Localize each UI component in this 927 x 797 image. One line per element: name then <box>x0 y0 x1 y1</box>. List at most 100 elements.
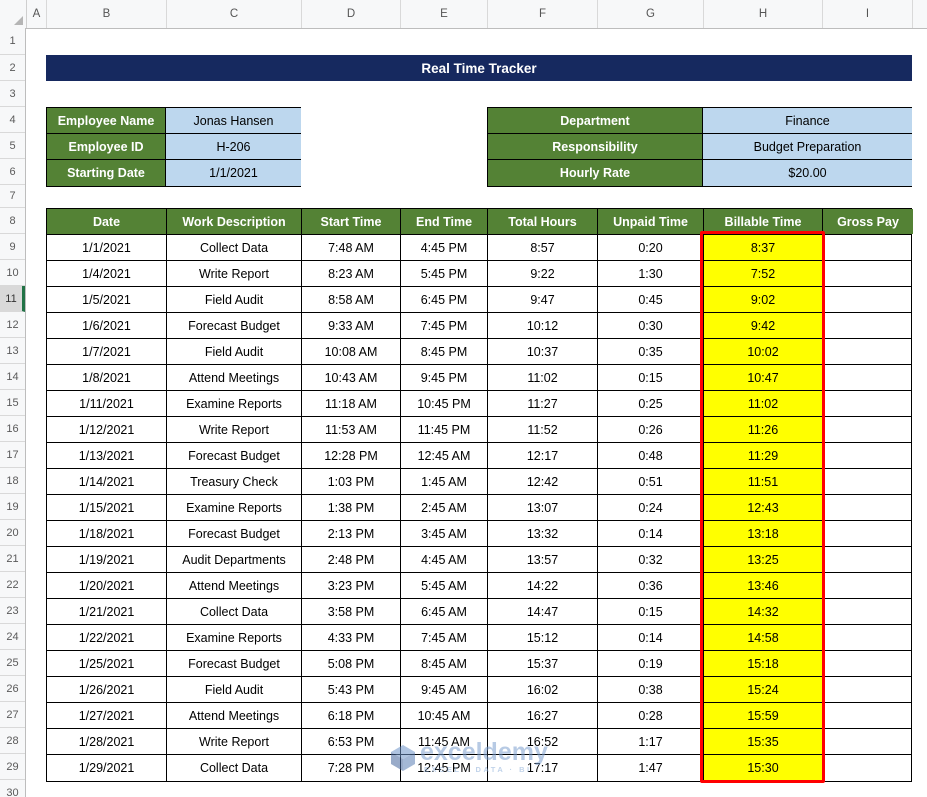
table-cell[interactable]: 8:37 <box>704 235 823 260</box>
table-cell[interactable]: 9:45 PM <box>401 365 488 390</box>
row-header-27[interactable]: 27 <box>0 702 25 728</box>
table-cell[interactable] <box>823 443 913 468</box>
table-cell[interactable]: 7:28 PM <box>302 755 401 781</box>
table-cell[interactable] <box>823 391 913 416</box>
table-cell[interactable]: 14:22 <box>488 573 598 598</box>
table-cell[interactable]: 0:14 <box>598 625 704 650</box>
column-header-C[interactable]: C <box>167 0 302 28</box>
row-header-30[interactable]: 30 <box>0 780 25 797</box>
table-cell[interactable]: 0:26 <box>598 417 704 442</box>
table-header-billable-time[interactable]: Billable Time <box>704 209 823 234</box>
table-cell[interactable]: 15:12 <box>488 625 598 650</box>
table-header-total-hours[interactable]: Total Hours <box>488 209 598 234</box>
row-header-25[interactable]: 25 <box>0 650 25 676</box>
table-cell[interactable]: 11:52 <box>488 417 598 442</box>
table-cell[interactable]: 0:48 <box>598 443 704 468</box>
row-header-21[interactable]: 21 <box>0 546 25 572</box>
row-header-14[interactable]: 14 <box>0 364 25 390</box>
row-header-1[interactable]: 1 <box>0 28 25 55</box>
row-header-2[interactable]: 2 <box>0 55 25 81</box>
table-cell[interactable]: Attend Meetings <box>167 703 302 728</box>
table-cell[interactable] <box>823 625 913 650</box>
table-cell[interactable]: 1:45 AM <box>401 469 488 494</box>
table-cell[interactable]: Forecast Budget <box>167 521 302 546</box>
table-cell[interactable]: 11:53 AM <box>302 417 401 442</box>
table-cell[interactable]: 1/1/2021 <box>47 235 167 260</box>
table-cell[interactable]: 7:45 PM <box>401 313 488 338</box>
table-cell[interactable]: 7:52 <box>704 261 823 286</box>
table-header-date[interactable]: Date <box>47 209 167 234</box>
table-cell[interactable]: 3:45 AM <box>401 521 488 546</box>
table-cell[interactable]: 14:58 <box>704 625 823 650</box>
table-cell[interactable]: 14:32 <box>704 599 823 624</box>
table-cell[interactable]: 2:45 AM <box>401 495 488 520</box>
table-cell[interactable]: 1/11/2021 <box>47 391 167 416</box>
table-cell[interactable]: 11:02 <box>704 391 823 416</box>
row-header-26[interactable]: 26 <box>0 676 25 702</box>
table-cell[interactable]: 0:45 <box>598 287 704 312</box>
table-cell[interactable]: 14:47 <box>488 599 598 624</box>
table-cell[interactable]: 8:57 <box>488 235 598 260</box>
table-cell[interactable] <box>823 235 913 260</box>
table-cell[interactable]: 6:18 PM <box>302 703 401 728</box>
table-cell[interactable]: 1:38 PM <box>302 495 401 520</box>
table-cell[interactable]: 15:30 <box>704 755 823 781</box>
column-header-B[interactable]: B <box>47 0 167 28</box>
table-cell[interactable]: 12:45 AM <box>401 443 488 468</box>
table-cell[interactable]: 11:29 <box>704 443 823 468</box>
column-header-A[interactable]: A <box>27 0 47 28</box>
table-cell[interactable]: 13:46 <box>704 573 823 598</box>
table-cell[interactable]: 0:15 <box>598 365 704 390</box>
row-header-17[interactable]: 17 <box>0 442 25 468</box>
table-cell[interactable] <box>823 599 913 624</box>
table-cell[interactable] <box>823 495 913 520</box>
table-cell[interactable]: 15:18 <box>704 651 823 676</box>
table-cell[interactable]: 2:13 PM <box>302 521 401 546</box>
table-header-unpaid-time[interactable]: Unpaid Time <box>598 209 704 234</box>
table-header-gross-pay[interactable]: Gross Pay <box>823 209 913 234</box>
table-cell[interactable]: 16:27 <box>488 703 598 728</box>
table-cell[interactable] <box>823 677 913 702</box>
table-cell[interactable] <box>823 339 913 364</box>
table-cell[interactable]: 10:43 AM <box>302 365 401 390</box>
row-header-24[interactable]: 24 <box>0 624 25 650</box>
table-cell[interactable]: Write Report <box>167 261 302 286</box>
table-cell[interactable]: 6:53 PM <box>302 729 401 754</box>
table-cell[interactable] <box>823 651 913 676</box>
table-cell[interactable]: 10:12 <box>488 313 598 338</box>
table-cell[interactable]: Forecast Budget <box>167 443 302 468</box>
table-cell[interactable]: 1/26/2021 <box>47 677 167 702</box>
table-cell[interactable]: 12:45 PM <box>401 755 488 781</box>
table-cell[interactable]: 5:43 PM <box>302 677 401 702</box>
table-cell[interactable]: 16:52 <box>488 729 598 754</box>
job-info-value[interactable]: Budget Preparation <box>703 134 912 159</box>
table-cell[interactable]: 1/25/2021 <box>47 651 167 676</box>
table-cell[interactable]: 1:17 <box>598 729 704 754</box>
table-cell[interactable]: 1/19/2021 <box>47 547 167 572</box>
table-cell[interactable]: 9:42 <box>704 313 823 338</box>
row-header-28[interactable]: 28 <box>0 728 25 754</box>
job-info-value[interactable]: Finance <box>703 108 912 133</box>
table-cell[interactable]: 13:25 <box>704 547 823 572</box>
table-cell[interactable]: 10:37 <box>488 339 598 364</box>
row-header-5[interactable]: 5 <box>0 133 25 159</box>
table-cell[interactable] <box>823 755 913 781</box>
table-cell[interactable] <box>823 521 913 546</box>
row-header-13[interactable]: 13 <box>0 338 25 364</box>
table-cell[interactable]: 12:28 PM <box>302 443 401 468</box>
table-cell[interactable]: Audit Departments <box>167 547 302 572</box>
table-cell[interactable]: 6:45 PM <box>401 287 488 312</box>
table-cell[interactable]: 1/8/2021 <box>47 365 167 390</box>
employee-info-label[interactable]: Employee ID <box>47 134 166 159</box>
table-cell[interactable]: 10:45 AM <box>401 703 488 728</box>
table-cell[interactable]: 11:45 AM <box>401 729 488 754</box>
table-cell[interactable]: 8:58 AM <box>302 287 401 312</box>
table-cell[interactable]: 0:30 <box>598 313 704 338</box>
table-cell[interactable]: 9:47 <box>488 287 598 312</box>
table-cell[interactable]: 1/12/2021 <box>47 417 167 442</box>
table-cell[interactable]: 13:57 <box>488 547 598 572</box>
table-cell[interactable]: 1/14/2021 <box>47 469 167 494</box>
table-cell[interactable]: Examine Reports <box>167 625 302 650</box>
table-cell[interactable]: 10:47 <box>704 365 823 390</box>
row-header-23[interactable]: 23 <box>0 598 25 624</box>
